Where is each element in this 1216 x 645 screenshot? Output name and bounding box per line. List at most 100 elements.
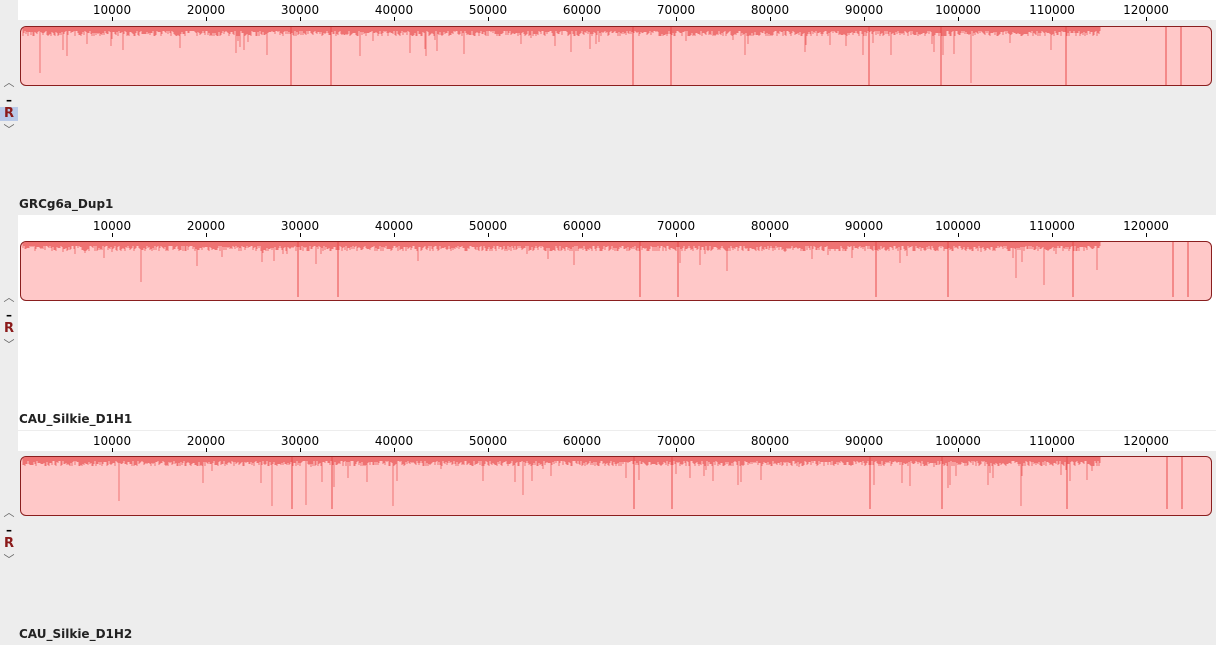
track-side-controls: ︿ – R ﹀ [0,0,18,215]
ruler-tick-label: 70000 [656,219,696,233]
move-up-icon[interactable]: ︿ [0,292,18,303]
ruler-tick-mark [582,448,583,452]
ruler-tick-label: 90000 [844,219,884,233]
ruler-tick-label: 30000 [280,434,320,448]
minus-icon[interactable]: – [0,524,18,536]
move-up-icon[interactable]: ︿ [0,507,18,518]
move-up-icon[interactable]: ︿ [0,77,18,88]
ruler-tick-label: 10000 [92,219,132,233]
ruler-tick-label: 120000 [1123,219,1169,233]
ruler-tick-label: 40000 [374,219,414,233]
ruler-tick-mark [488,17,489,21]
coordinate-ruler: 10000 20000 30000 40000 50000 60000 70000 80000… [18,431,1216,452]
ruler-tick-label: 100000 [935,434,981,448]
ruler-tick-mark [770,17,771,21]
ruler-tick-mark [206,448,207,452]
ruler-tick-mark [112,448,113,452]
similarity-profile [22,457,1183,509]
ruler-tick-mark [676,233,677,237]
move-down-icon[interactable]: ﹀ [0,124,18,135]
ruler-tick-mark [112,233,113,237]
lcb-block[interactable] [20,241,1212,301]
ruler-tick-mark [1146,448,1147,452]
ruler-tick-label: 30000 [280,219,320,233]
ruler-tick-mark [770,233,771,237]
track-side-controls: ︿ – R ﹀ [0,430,18,645]
ruler-tick-mark [1146,233,1147,237]
ruler-tick-label: 50000 [468,3,508,17]
reverse-button[interactable]: R [0,107,18,121]
ruler-tick-mark [864,17,865,21]
ruler-tick-label: 100000 [935,219,981,233]
ruler-tick-mark [582,17,583,21]
ruler-tick-label: 110000 [1029,434,1075,448]
ruler-tick-label: 30000 [280,3,320,17]
ruler-tick-label: 80000 [750,3,790,17]
ruler-tick-label: 60000 [562,3,602,17]
sequence-name: CAU_Silkie_D1H2 [19,627,133,641]
ruler-tick-label: 50000 [468,434,508,448]
ruler-tick-mark [488,233,489,237]
ruler-tick-mark [864,233,865,237]
similarity-profile [22,242,1189,297]
ruler-tick-label: 20000 [186,3,226,17]
ruler-tick-label: 120000 [1123,434,1169,448]
ruler-tick-label: 40000 [374,3,414,17]
ruler-tick-label: 110000 [1029,3,1075,17]
ruler-tick-label: 70000 [656,434,696,448]
ruler-tick-mark [112,17,113,21]
lcb-block[interactable] [20,456,1212,516]
reverse-button[interactable]: R [0,537,18,551]
ruler-tick-mark [206,233,207,237]
ruler-tick-mark [1146,17,1147,21]
ruler-tick-label: 110000 [1029,219,1075,233]
ruler-tick-label: 40000 [374,434,414,448]
ruler-tick-mark [958,17,959,21]
ruler-tick-label: 20000 [186,219,226,233]
ruler-tick-mark [300,448,301,452]
track-side-controls: ︿ – R ﹀ [0,215,18,430]
ruler-tick-label: 100000 [935,3,981,17]
ruler-tick-mark [958,233,959,237]
ruler-tick-mark [676,17,677,21]
ruler-tick-mark [582,233,583,237]
sequence-name: CAU_Silkie_D1H1 [19,412,133,426]
coordinate-ruler: 10000 20000 30000 40000 50000 60000 70000 80000… [18,0,1216,21]
ruler-tick-mark [770,448,771,452]
ruler-tick-mark [1052,233,1053,237]
minus-icon[interactable]: – [0,94,18,106]
ruler-tick-label: 70000 [656,3,696,17]
ruler-tick-mark [394,448,395,452]
sequence-name: GRCg6a_Dup1 [19,197,114,211]
ruler-tick-mark [394,17,395,21]
ruler-tick-mark [958,448,959,452]
reverse-button[interactable]: R [0,322,18,336]
ruler-tick-label: 50000 [468,219,508,233]
track-panel-3: ︿ – R ﹀ 10000 20000 30000 40000 50000 60000 70… [0,430,1216,645]
ruler-tick-label: 60000 [562,219,602,233]
lcb-block[interactable] [20,26,1212,86]
ruler-tick-mark [864,448,865,452]
ruler-tick-mark [676,448,677,452]
ruler-tick-mark [1052,448,1053,452]
ruler-tick-label: 20000 [186,434,226,448]
move-down-icon[interactable]: ﹀ [0,339,18,350]
ruler-tick-label: 10000 [92,434,132,448]
ruler-tick-mark [488,448,489,452]
ruler-tick-label: 60000 [562,434,602,448]
track-panel-2: ︿ – R ﹀ 10000 20000 30000 40000 50000 60000 70… [0,215,1216,430]
ruler-tick-label: 90000 [844,434,884,448]
ruler-tick-mark [206,17,207,21]
similarity-profile [22,27,1182,85]
ruler-tick-label: 80000 [750,434,790,448]
ruler-tick-label: 10000 [92,3,132,17]
ruler-tick-mark [300,233,301,237]
ruler-tick-mark [394,233,395,237]
move-down-icon[interactable]: ﹀ [0,554,18,565]
ruler-tick-mark [300,17,301,21]
coordinate-ruler: 10000 20000 30000 40000 50000 60000 70000 80000… [18,216,1216,237]
ruler-tick-label: 90000 [844,3,884,17]
ruler-tick-label: 120000 [1123,3,1169,17]
track-panel-1: ︿ – R ﹀ 10000 20000 30000 40000 50000 60000 70… [0,0,1216,215]
minus-icon[interactable]: – [0,309,18,321]
